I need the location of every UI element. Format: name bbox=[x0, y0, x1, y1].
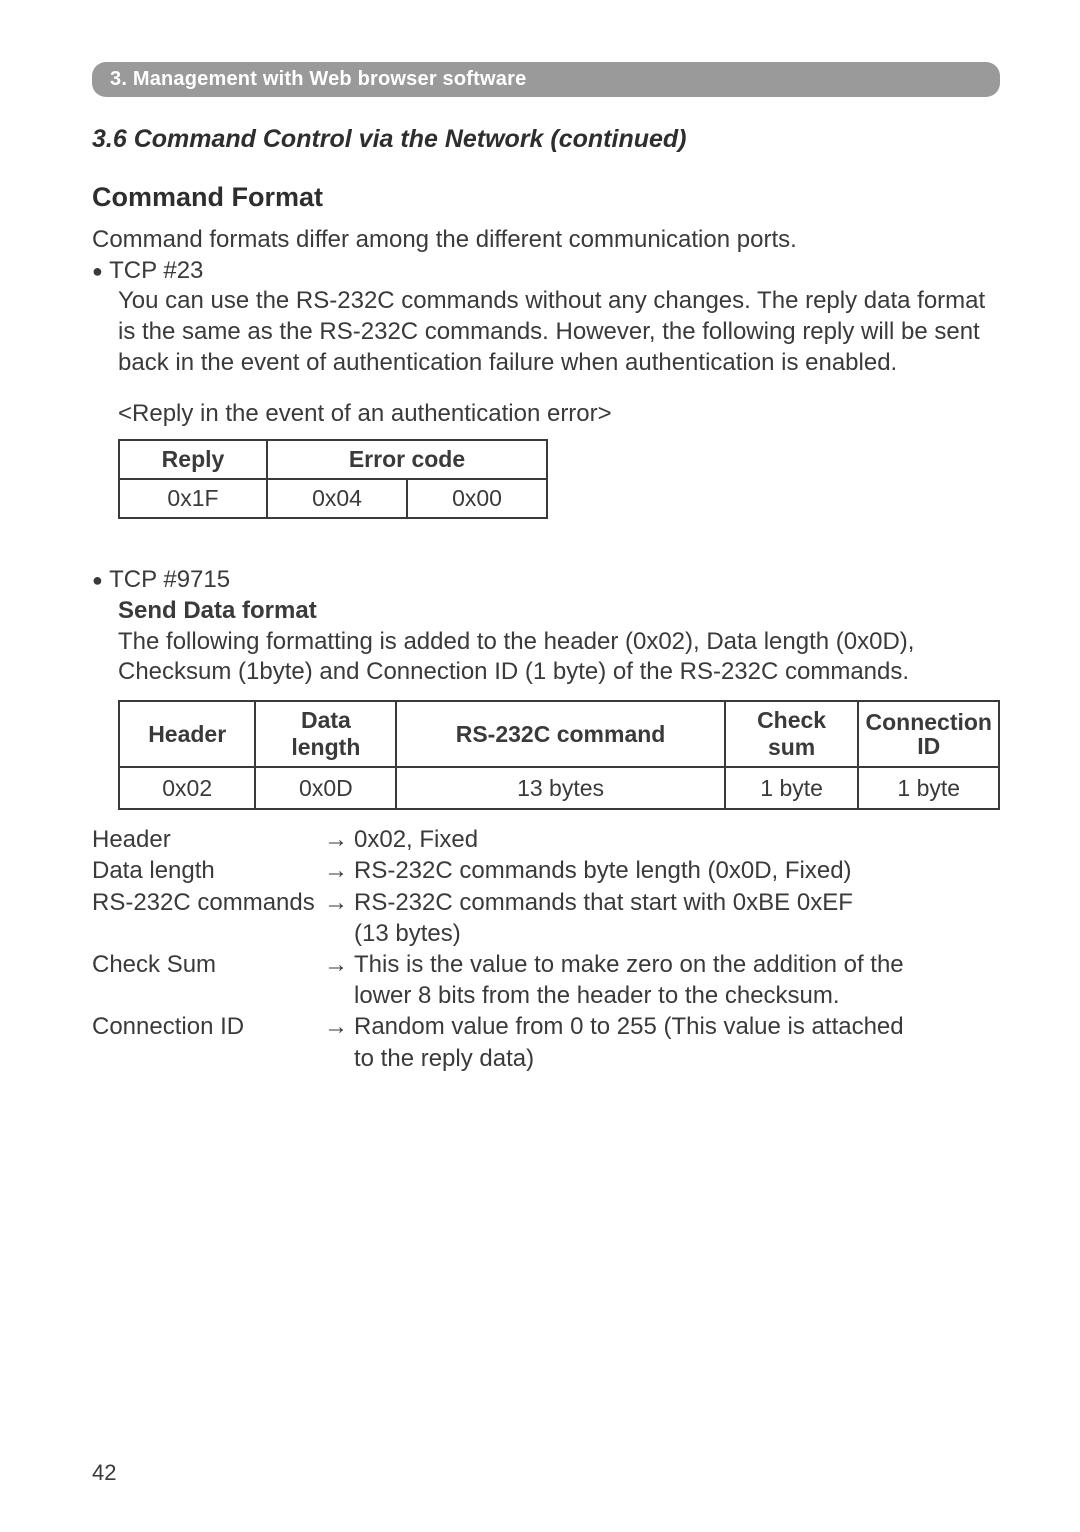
definitions-block: Header → 0x02, Fixed Data length → RS-23… bbox=[92, 824, 1000, 1074]
tcp23-body: You can use the RS-232C commands without… bbox=[118, 286, 1000, 378]
td-checksum-val: 1 byte bbox=[725, 767, 859, 809]
td-header-val: 0x02 bbox=[119, 767, 255, 809]
th-header: Header bbox=[119, 701, 255, 767]
auth-error-table: Reply Error code 0x1F 0x04 0x00 bbox=[118, 439, 548, 519]
th-conn-line2: ID bbox=[917, 733, 940, 759]
bullet-icon: ● bbox=[92, 570, 103, 590]
def-row-header: Header → 0x02, Fixed bbox=[92, 824, 1000, 855]
arrow-icon: → bbox=[324, 855, 354, 886]
th-data-length: Data length bbox=[255, 701, 396, 767]
auth-error-caption: <Reply in the event of an authentication… bbox=[118, 399, 1000, 430]
def-desc-line2: (13 bytes) bbox=[354, 920, 461, 947]
td-reply-val: 0x1F bbox=[119, 479, 267, 518]
th-error-code: Error code bbox=[267, 440, 547, 479]
def-desc: RS-232C commands byte length (0x0D, Fixe… bbox=[354, 855, 1000, 886]
def-term: Data length bbox=[92, 855, 324, 886]
table-row: Reply Error code bbox=[119, 440, 547, 479]
def-row-datalen: Data length → RS-232C commands byte leng… bbox=[92, 855, 1000, 886]
th-checksum: Check sum bbox=[725, 701, 859, 767]
bullet-tcp9715: ● TCP #9715 bbox=[92, 565, 1000, 596]
th-rs232c: RS-232C command bbox=[396, 701, 724, 767]
send-data-heading: Send Data format bbox=[118, 596, 1000, 627]
arrow-icon: → bbox=[324, 887, 354, 949]
def-term: Check Sum bbox=[92, 949, 324, 1011]
def-row-connid: Connection ID → Random value from 0 to 2… bbox=[92, 1011, 1000, 1073]
td-datalen-val: 0x0D bbox=[255, 767, 396, 809]
intro-text: Command formats differ among the differe… bbox=[92, 225, 1000, 256]
table-row: 0x02 0x0D 13 bytes 1 byte 1 byte bbox=[119, 767, 999, 809]
tcp9715-label: TCP #9715 bbox=[109, 566, 230, 593]
def-desc-line1: Random value from 0 to 255 (This value i… bbox=[354, 1013, 904, 1040]
th-connection-id: Connection ID bbox=[858, 701, 999, 767]
th-conn-line1: Connection bbox=[865, 709, 992, 735]
bullet-tcp23: ● TCP #23 bbox=[92, 256, 1000, 287]
page-number: 42 bbox=[92, 1460, 116, 1486]
def-desc-line2: to the reply data) bbox=[354, 1045, 534, 1072]
td-err1: 0x04 bbox=[267, 479, 407, 518]
heading-command-format: Command Format bbox=[92, 182, 1000, 213]
def-desc: Random value from 0 to 255 (This value i… bbox=[354, 1011, 1000, 1073]
def-desc: 0x02, Fixed bbox=[354, 824, 1000, 855]
td-err2: 0x00 bbox=[407, 479, 547, 518]
arrow-icon: → bbox=[324, 1011, 354, 1073]
def-term: Connection ID bbox=[92, 1011, 324, 1073]
def-desc-line2: lower 8 bits from the header to the chec… bbox=[354, 982, 840, 1009]
def-desc-line1: This is the value to make zero on the ad… bbox=[354, 951, 904, 978]
bullet-icon: ● bbox=[92, 261, 103, 281]
tcp23-label: TCP #23 bbox=[109, 257, 203, 284]
def-row-checksum: Check Sum → This is the value to make ze… bbox=[92, 949, 1000, 1011]
breadcrumb-banner: 3. Management with Web browser software bbox=[92, 62, 1000, 97]
table-row: Header Data length RS-232C command Check… bbox=[119, 701, 999, 767]
def-term: Header bbox=[92, 824, 324, 855]
def-desc-line1: RS-232C commands that start with 0xBE 0x… bbox=[354, 889, 853, 916]
arrow-icon: → bbox=[324, 949, 354, 1011]
table-row: 0x1F 0x04 0x00 bbox=[119, 479, 547, 518]
arrow-icon: → bbox=[324, 824, 354, 855]
section-title: 3.6 Command Control via the Network (con… bbox=[92, 125, 1000, 154]
send-data-body: The following formatting is added to the… bbox=[118, 627, 1000, 688]
def-desc: This is the value to make zero on the ad… bbox=[354, 949, 1000, 1011]
td-rs232c-val: 13 bytes bbox=[396, 767, 724, 809]
def-term: RS-232C commands bbox=[92, 887, 324, 949]
send-data-table: Header Data length RS-232C command Check… bbox=[118, 700, 1000, 810]
def-desc: RS-232C commands that start with 0xBE 0x… bbox=[354, 887, 1000, 949]
th-reply: Reply bbox=[119, 440, 267, 479]
td-connid-val: 1 byte bbox=[858, 767, 999, 809]
def-row-rs232c: RS-232C commands → RS-232C commands that… bbox=[92, 887, 1000, 949]
